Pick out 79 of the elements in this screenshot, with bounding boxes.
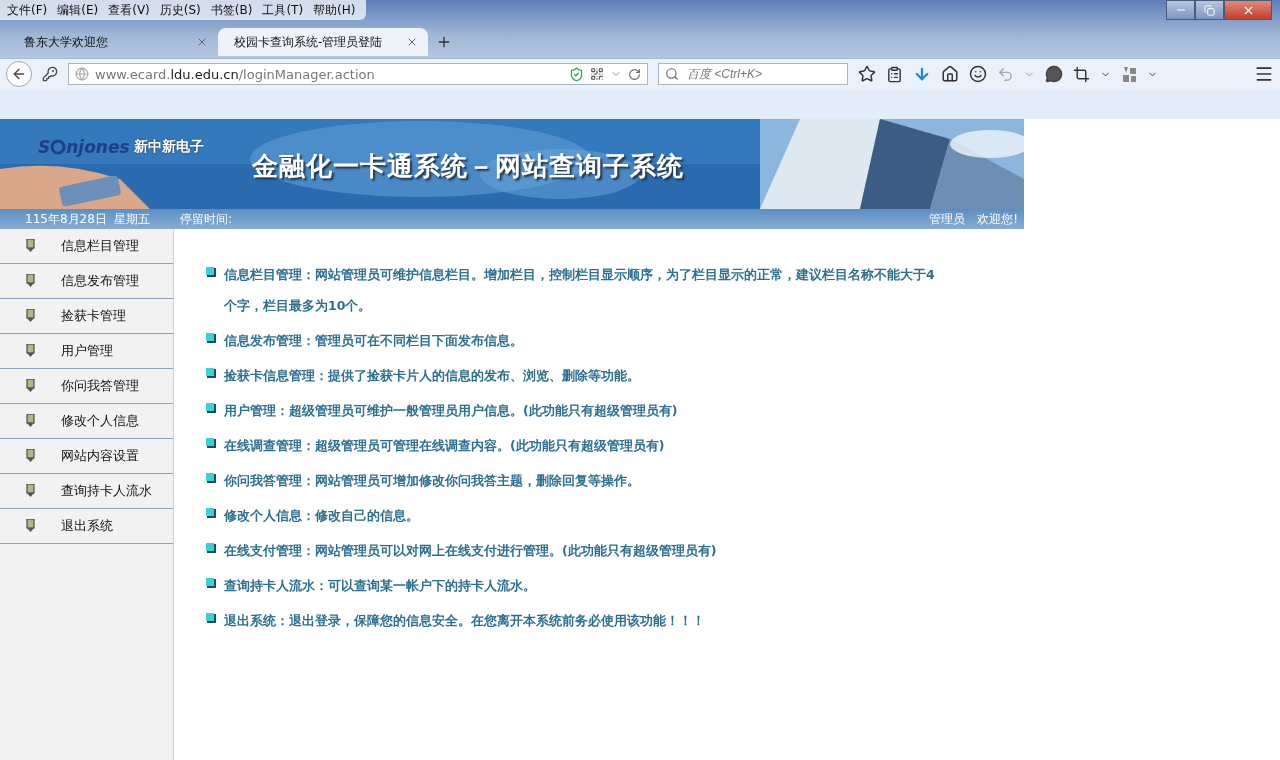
- sidebar-item[interactable]: 捡获卡管理: [0, 299, 173, 334]
- pencil-icon: [26, 449, 35, 463]
- close-icon[interactable]: [196, 36, 208, 48]
- sidebar-item[interactable]: 退出系统: [0, 509, 173, 544]
- pencil-icon: [26, 239, 35, 253]
- bookmark-star-icon[interactable]: [858, 65, 876, 83]
- crop-icon[interactable]: [1073, 65, 1090, 83]
- sidebar-item[interactable]: 信息栏目管理: [0, 229, 173, 264]
- bullet-icon: [206, 368, 216, 378]
- description-text: 退出系统：退出登录，保障您的信息安全。在您离开本系统前务必使用该功能！！！: [224, 612, 705, 630]
- bullet-icon: [206, 578, 216, 588]
- date-text: 115年8月28日 星期五: [25, 210, 152, 228]
- role-text: 管理员: [929, 210, 966, 228]
- pencil-icon: [26, 484, 35, 498]
- download-icon[interactable]: [913, 65, 931, 83]
- browser-tab[interactable]: 鲁东大学欢迎您: [8, 28, 218, 56]
- address-field[interactable]: www.ecard.ldu.edu.cn/loginManager.action: [68, 63, 648, 85]
- close-icon[interactable]: [406, 36, 418, 48]
- menu-item[interactable]: 编辑(E): [52, 1, 104, 19]
- description-text: 在线调查管理：超级管理员可管理在线调查内容。(此功能只有超级管理员有): [224, 437, 665, 455]
- bullet-icon: [206, 473, 216, 483]
- banner-title: 金融化一卡通系统－网站查询子系统: [252, 150, 684, 183]
- clipboard-icon[interactable]: [886, 65, 903, 83]
- logo: S njones 新中新电子: [38, 137, 204, 157]
- menu-item[interactable]: 文件(F): [2, 1, 53, 19]
- reload-icon[interactable]: [628, 67, 641, 81]
- key-icon[interactable]: [42, 66, 58, 82]
- bullet-icon: [206, 613, 216, 623]
- chat-bubble-icon[interactable]: [1045, 65, 1063, 83]
- sidebar-item[interactable]: 用户管理: [0, 334, 173, 369]
- browser-tab[interactable]: 校园卡查询系统-管理员登陆: [218, 28, 428, 56]
- stay-time-label: 停留时间:: [180, 210, 233, 228]
- sidebar-item[interactable]: 修改个人信息: [0, 404, 173, 439]
- description-text: 你问我答管理：网站管理员可增加修改你问我答主题，删除回复等操作。: [224, 472, 640, 490]
- bullet-icon: [206, 403, 216, 413]
- pencil-icon: [26, 414, 35, 428]
- qr-code-icon[interactable]: [590, 67, 604, 81]
- description-text: 修改个人信息：修改自己的信息。: [224, 507, 419, 525]
- smiley-icon[interactable]: [969, 65, 987, 83]
- restore-icon: [1204, 4, 1215, 16]
- bullet-icon: [206, 267, 216, 277]
- pencil-icon: [26, 519, 35, 533]
- pencil-icon: [26, 309, 35, 323]
- globe-icon: [75, 67, 89, 81]
- pencil-icon: [26, 344, 35, 358]
- bullet-icon: [206, 333, 216, 343]
- home-icon[interactable]: [941, 65, 959, 83]
- sidebar-item[interactable]: 你问我答管理: [0, 369, 173, 404]
- search-box[interactable]: 百度 <Ctrl+K>: [658, 63, 848, 85]
- url-text: www.ecard.ldu.edu.cn/loginManager.action: [95, 66, 376, 82]
- search-field[interactable]: 百度 <Ctrl+K>: [685, 66, 839, 82]
- description-text: 信息发布管理：管理员可在不同栏目下面发布信息。: [224, 332, 523, 350]
- description-text: 用户管理：超级管理员可维护一般管理员用户信息。(此功能只有超级管理员有): [224, 402, 678, 420]
- bullet-icon: [206, 438, 216, 448]
- description-text: 查询持卡人流水：可以查询某一帐户下的持卡人流水。: [224, 577, 536, 595]
- minimize-button[interactable]: [1166, 0, 1195, 20]
- bullet-icon: [206, 508, 216, 518]
- sidebar-item[interactable]: 网站内容设置: [0, 439, 173, 474]
- search-icon: [665, 67, 679, 81]
- new-tab-icon[interactable]: [436, 34, 452, 50]
- menu-item[interactable]: 书签(B): [205, 1, 258, 19]
- sidebar-item[interactable]: 查询持卡人流水: [0, 474, 173, 509]
- pencil-icon: [26, 274, 35, 288]
- shield-icon[interactable]: [569, 66, 584, 82]
- welcome-text: 欢迎您!: [977, 210, 1018, 228]
- menu-item[interactable]: 历史(S): [154, 1, 206, 19]
- menu-item[interactable]: 查看(V): [103, 1, 155, 19]
- menu-item[interactable]: 帮助(H): [308, 1, 361, 19]
- close-button[interactable]: [1224, 0, 1272, 20]
- sidebar-item[interactable]: 信息发布管理: [0, 264, 173, 299]
- description-text: 捡获卡信息管理：提供了捡获卡片人的信息的发布、浏览、删除等功能。: [224, 367, 640, 385]
- back-button[interactable]: [6, 61, 32, 87]
- menu-icon[interactable]: [1254, 64, 1274, 84]
- description-text: 信息栏目管理：网站管理员可维护信息栏目。增加栏目，控制栏目显示顺序，为了栏目显示的正常，建议栏目名称不能大于4个字，栏目最多为10个。: [224, 266, 936, 315]
- pencil-icon: [26, 379, 35, 393]
- bullet-icon: [206, 543, 216, 553]
- description-text: 在线支付管理：网站管理员可以对网上在线支付进行管理。(此功能只有超级管理员有): [224, 542, 717, 560]
- restore-button[interactable]: [1195, 0, 1224, 20]
- menu-item[interactable]: 工具(T): [257, 1, 309, 19]
